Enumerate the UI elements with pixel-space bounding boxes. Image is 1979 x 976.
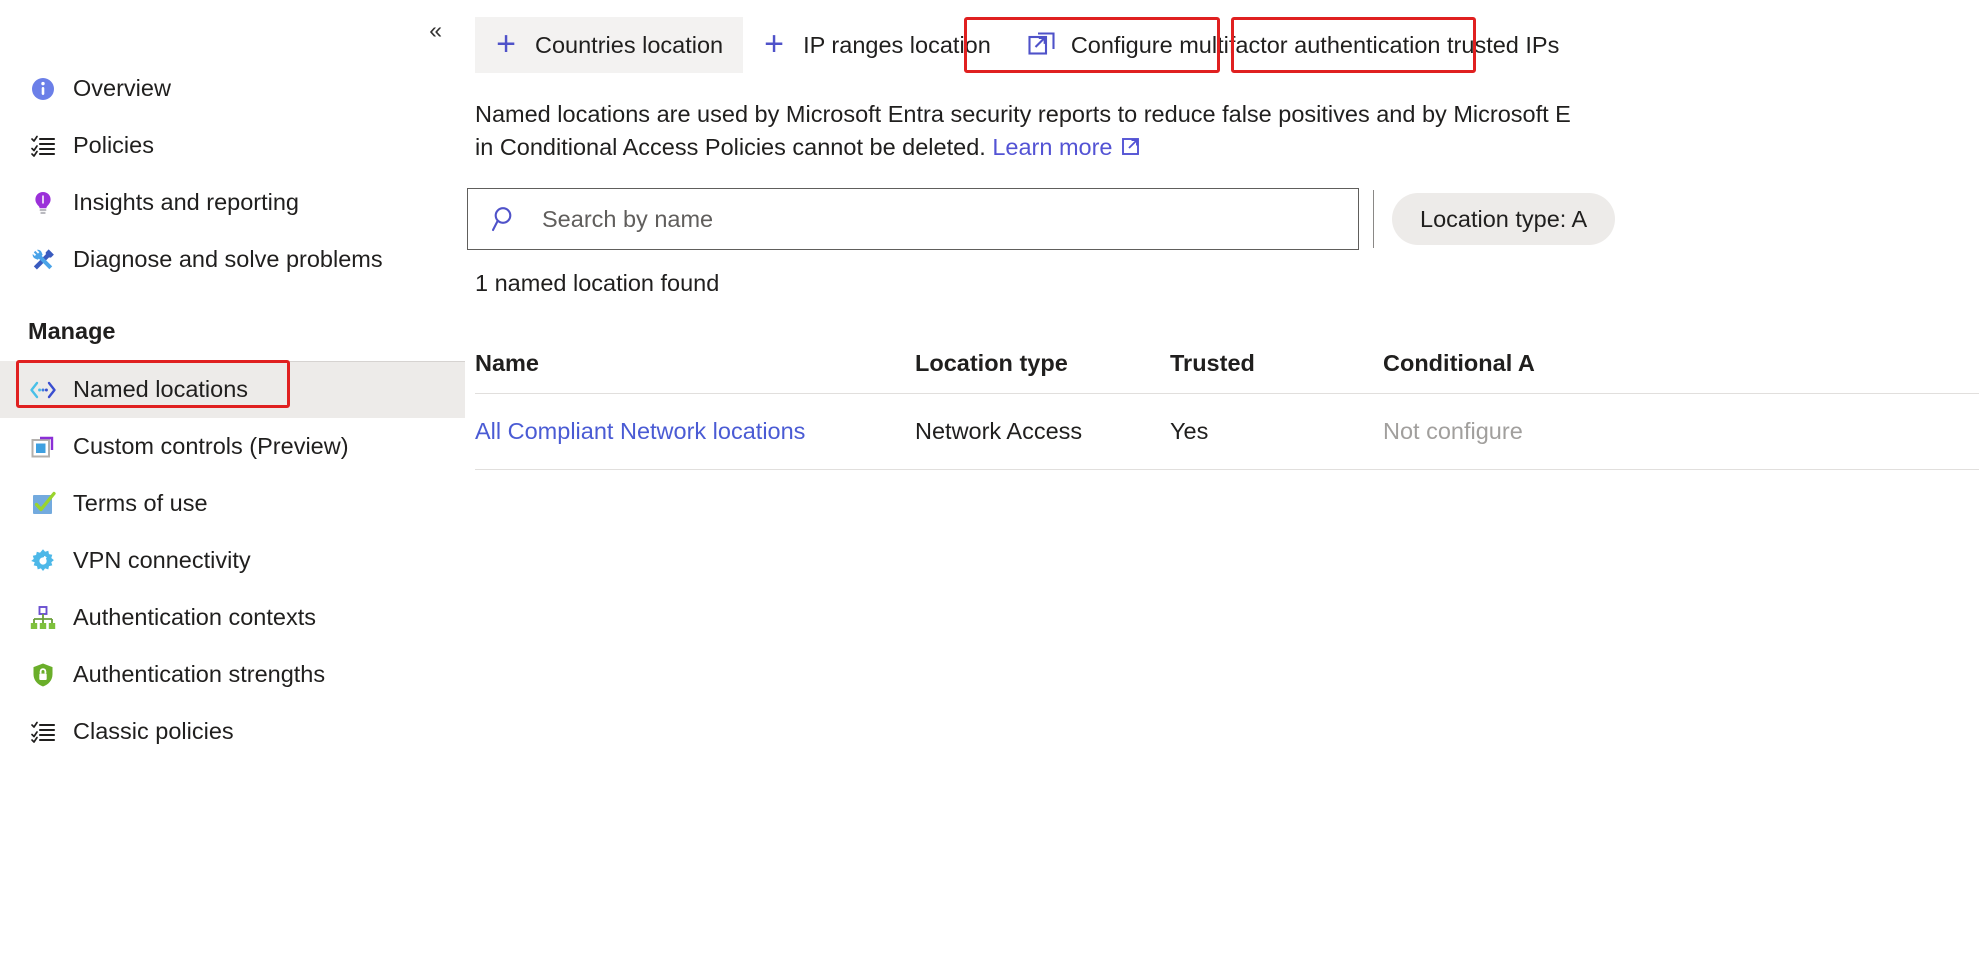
sidebar-item-authentication-contexts[interactable]: Authentication contexts <box>0 589 465 646</box>
open-in-new-window-icon <box>1027 30 1057 60</box>
countries-location-label: Countries location <box>535 31 724 58</box>
sidebar-item-custom-controls[interactable]: Custom controls (Preview) <box>0 418 465 475</box>
sidebar-item-diagnose-and-solve-problems[interactable]: Diagnose and solve problems <box>0 231 465 288</box>
checklist-icon <box>28 131 58 161</box>
sidebar-item-label: Diagnose and solve problems <box>73 246 383 272</box>
plus-icon: + <box>764 24 785 63</box>
configure-mfa-trusted-ips-label: Configure multifactor authentication tru… <box>1070 31 1560 58</box>
sidebar-item-insights-and-reporting[interactable]: Insights and reporting <box>0 174 465 231</box>
description-line-1: Named locations are used by Microsoft En… <box>475 101 1571 127</box>
sidebar-item-label: Authentication strengths <box>73 661 326 687</box>
sidebar-section-manage: Manage <box>28 318 116 344</box>
column-header-name[interactable]: Name <box>475 350 915 377</box>
sidebar-item-label: Classic policies <box>73 718 234 744</box>
search-input[interactable]: Search by name <box>467 188 1359 250</box>
location-type-filter-pill[interactable]: Location type: A <box>1392 193 1616 245</box>
wrench-screwdriver-icon <box>28 245 58 275</box>
description-line-2-text: in Conditional Access Policies cannot be… <box>475 134 986 160</box>
sidebar-collapse-row: « <box>0 0 465 60</box>
sidebar-item-label: Policies <box>73 132 154 158</box>
cell-location-type: Network Access <box>915 418 1083 444</box>
sidebar-item-terms-of-use[interactable]: Terms of use <box>0 475 465 532</box>
cell-name[interactable]: All Compliant Network locations <box>475 418 915 445</box>
named-locations-icon <box>28 375 58 405</box>
sidebar-primary-nav: Overview Policies Insights and reporting… <box>0 60 465 288</box>
ip-ranges-location-button[interactable]: + IP ranges location <box>743 17 1011 73</box>
info-icon <box>28 74 58 104</box>
results-count: 1 named location found <box>475 270 720 296</box>
azure-portal-named-locations-page: « Overview Policies Insights and reporti… <box>0 0 1979 976</box>
sidebar-item-overview[interactable]: Overview <box>0 60 465 117</box>
sidebar-item-label: VPN connectivity <box>73 547 251 573</box>
sidebar-item-classic-policies[interactable]: Classic policies <box>0 703 465 760</box>
table-row[interactable]: All Compliant Network locations Network … <box>475 394 1979 470</box>
cell-conditional-access: Not configure <box>1383 418 1523 444</box>
description-line-2: in Conditional Access Policies cannot be… <box>475 131 1979 166</box>
collapse-sidebar-icon[interactable]: « <box>423 15 447 46</box>
sidebar: « Overview Policies Insights and reporti… <box>0 0 465 976</box>
sidebar-item-named-locations[interactable]: Named locations <box>0 361 465 418</box>
sidebar-item-vpn-connectivity[interactable]: VPN connectivity <box>0 532 465 589</box>
sidebar-item-label: Authentication contexts <box>73 604 316 630</box>
main-content: + Countries location + IP ranges locatio… <box>465 0 1979 976</box>
column-header-location-type[interactable]: Location type <box>915 350 1170 377</box>
plus-icon: + <box>496 24 516 63</box>
checklist-icon <box>28 717 58 747</box>
custom-controls-icon <box>28 432 58 462</box>
countries-location-button[interactable]: + Countries location <box>475 17 744 73</box>
learn-more-link[interactable]: Learn more <box>992 134 1112 160</box>
sidebar-item-label: Overview <box>73 75 171 101</box>
sidebar-manage-nav: Named locations Custom controls (Preview… <box>0 361 465 760</box>
filter-row: Search by name Location type: A <box>467 188 1957 250</box>
toolbar-divider <box>1373 190 1374 248</box>
cell-trusted: Yes <box>1170 418 1209 444</box>
named-locations-table: Name Location type Trusted Conditional A… <box>475 340 1979 470</box>
sidebar-item-policies[interactable]: Policies <box>0 117 465 174</box>
hierarchy-icon <box>28 603 58 633</box>
sidebar-item-label: Insights and reporting <box>73 189 300 215</box>
sidebar-item-label: Terms of use <box>73 490 208 516</box>
sidebar-item-authentication-strengths[interactable]: Authentication strengths <box>0 646 465 703</box>
lightbulb-icon <box>28 188 58 218</box>
configure-mfa-trusted-ips-button[interactable]: Configure multifactor authentication tru… <box>1011 17 1580 73</box>
sidebar-item-label: Custom controls (Preview) <box>73 433 349 459</box>
shield-lock-icon <box>28 660 58 690</box>
search-icon <box>490 204 520 234</box>
checkbox-green-icon <box>28 489 58 519</box>
sidebar-item-label: Named locations <box>73 376 249 402</box>
ip-ranges-location-label: IP ranges location <box>803 31 991 58</box>
command-bar: + Countries location + IP ranges locatio… <box>465 0 1979 90</box>
search-placeholder: Search by name <box>542 205 714 232</box>
gear-icon <box>28 546 58 576</box>
column-header-trusted[interactable]: Trusted <box>1170 350 1383 377</box>
table-header-row: Name Location type Trusted Conditional A <box>475 340 1979 394</box>
column-header-conditional-access[interactable]: Conditional A <box>1383 350 1783 377</box>
page-description: Named locations are used by Microsoft En… <box>465 90 1979 166</box>
external-link-icon[interactable] <box>1121 133 1143 166</box>
